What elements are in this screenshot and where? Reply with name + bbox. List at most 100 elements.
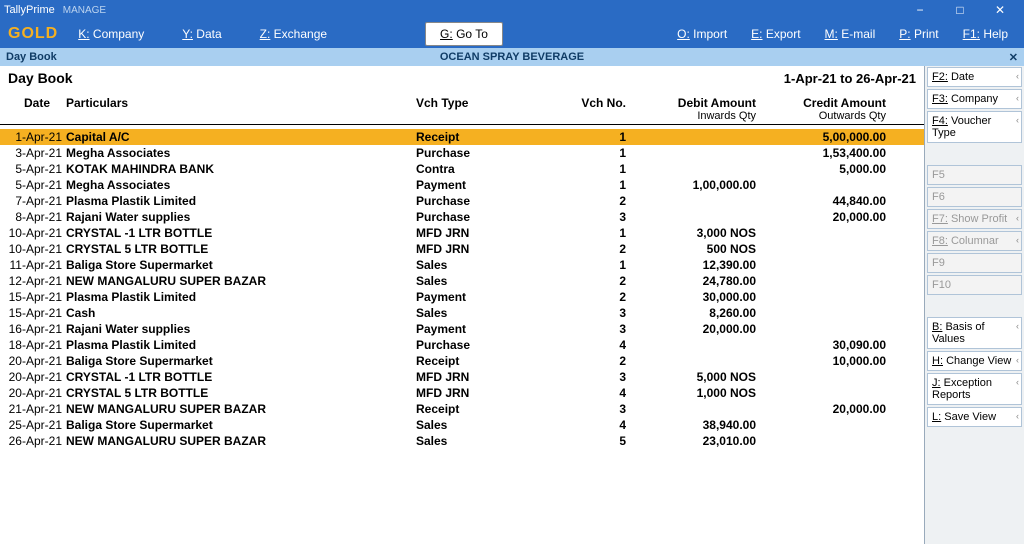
data-rows: 1-Apr-21Capital A/CReceipt15,00,000.003-… <box>0 129 924 449</box>
title-bar: TallyPrime MANAGE − □ ✕ <box>0 0 1024 20</box>
menu-help[interactable]: F1: Help <box>963 27 1008 41</box>
cell-vchno: 1 <box>536 145 626 161</box>
cell-debit: 500 NOS <box>626 241 756 257</box>
cell-vchtype: Sales <box>416 273 536 289</box>
cell-vchno: 3 <box>536 209 626 225</box>
side-f2-date[interactable]: F2: Date‹ <box>927 67 1022 87</box>
cell-debit: 1,000 NOS <box>626 385 756 401</box>
menu-company[interactable]: K: Company <box>78 27 144 41</box>
table-row[interactable]: 8-Apr-21Rajani Water suppliesPurchase320… <box>0 209 924 225</box>
table-row[interactable]: 20-Apr-21CRYSTAL 5 LTR BOTTLEMFD JRN41,0… <box>0 385 924 401</box>
menu-print[interactable]: P: Print <box>899 27 938 41</box>
period-label: 1-Apr-21 to 26-Apr-21 <box>784 71 916 86</box>
cell-debit <box>626 129 756 145</box>
menu-exchange[interactable]: Z: Exchange <box>260 27 327 41</box>
cell-vchno: 2 <box>536 241 626 257</box>
menu-import[interactable]: O: Import <box>677 27 727 41</box>
table-row[interactable]: 1-Apr-21Capital A/CReceipt15,00,000.00 <box>0 129 924 145</box>
table-row[interactable]: 10-Apr-21CRYSTAL -1 LTR BOTTLEMFD JRN13,… <box>0 225 924 241</box>
table-row[interactable]: 5-Apr-21Megha AssociatesPayment11,00,000… <box>0 177 924 193</box>
table-row[interactable]: 21-Apr-21NEW MANGALURU SUPER BAZARReceip… <box>0 401 924 417</box>
table-row[interactable]: 3-Apr-21Megha AssociatesPurchase11,53,40… <box>0 145 924 161</box>
table-row[interactable]: 12-Apr-21NEW MANGALURU SUPER BAZARSales2… <box>0 273 924 289</box>
table-row[interactable]: 15-Apr-21Plasma Plastik LimitedPayment23… <box>0 289 924 305</box>
cell-date: 3-Apr-21 <box>8 145 66 161</box>
cell-date: 12-Apr-21 <box>8 273 66 289</box>
menu-data[interactable]: Y: Data <box>182 27 221 41</box>
cell-vchno: 1 <box>536 257 626 273</box>
cell-date: 15-Apr-21 <box>8 305 66 321</box>
table-row[interactable]: 20-Apr-21CRYSTAL -1 LTR BOTTLEMFD JRN35,… <box>0 369 924 385</box>
cell-vchno: 1 <box>536 225 626 241</box>
cell-date: 8-Apr-21 <box>8 209 66 225</box>
cell-vchno: 4 <box>536 417 626 433</box>
main-panel: Day Book 1-Apr-21 to 26-Apr-21 Date Part… <box>0 66 924 544</box>
side-basis-values[interactable]: B: Basis of Values‹ <box>927 317 1022 349</box>
table-row[interactable]: 10-Apr-21CRYSTAL 5 LTR BOTTLEMFD JRN2500… <box>0 241 924 257</box>
menu-export[interactable]: E: Export <box>751 27 800 41</box>
cell-particulars: Baliga Store Supermarket <box>66 353 416 369</box>
cell-credit <box>756 305 886 321</box>
cell-date: 25-Apr-21 <box>8 417 66 433</box>
cell-credit <box>756 289 886 305</box>
cell-particulars: CRYSTAL 5 LTR BOTTLE <box>66 241 416 257</box>
cell-particulars: CRYSTAL 5 LTR BOTTLE <box>66 385 416 401</box>
cell-vchtype: Payment <box>416 177 536 193</box>
side-f6: F6 <box>927 187 1022 207</box>
table-row[interactable]: 7-Apr-21Plasma Plastik LimitedPurchase24… <box>0 193 924 209</box>
cell-debit: 24,780.00 <box>626 273 756 289</box>
cell-credit: 20,000.00 <box>756 209 886 225</box>
cell-debit: 5,000 NOS <box>626 369 756 385</box>
col-particulars: Particulars <box>66 96 416 110</box>
cell-debit: 38,940.00 <box>626 417 756 433</box>
app-name: TallyPrime <box>4 4 55 16</box>
cell-debit: 20,000.00 <box>626 321 756 337</box>
side-change-view[interactable]: H: Change View‹ <box>927 351 1022 371</box>
maximize-button[interactable]: □ <box>940 0 980 20</box>
cell-date: 5-Apr-21 <box>8 161 66 177</box>
table-row[interactable]: 15-Apr-21CashSales38,260.00 <box>0 305 924 321</box>
right-sidebar: F2: Date‹ F3: Company‹ F4: Voucher Type‹… <box>924 66 1024 544</box>
minimize-button[interactable]: − <box>900 0 940 20</box>
cell-credit: 5,000.00 <box>756 161 886 177</box>
cell-vchtype: Sales <box>416 257 536 273</box>
table-row[interactable]: 25-Apr-21Baliga Store SupermarketSales43… <box>0 417 924 433</box>
menu-email[interactable]: M: E-mail <box>825 27 876 41</box>
side-f4-vouchertype[interactable]: F4: Voucher Type‹ <box>927 111 1022 143</box>
manage-label[interactable]: MANAGE <box>63 5 106 16</box>
column-subheader-row: Inwards Qty Outwards Qty <box>0 110 924 125</box>
cell-vchno: 3 <box>536 369 626 385</box>
cell-date: 16-Apr-21 <box>8 321 66 337</box>
cell-debit <box>626 209 756 225</box>
table-row[interactable]: 5-Apr-21KOTAK MAHINDRA BANKContra15,000.… <box>0 161 924 177</box>
breadcrumb-close-icon[interactable]: ✕ <box>1009 51 1018 64</box>
cell-credit <box>756 241 886 257</box>
cell-vchtype: Payment <box>416 321 536 337</box>
table-row[interactable]: 26-Apr-21NEW MANGALURU SUPER BAZARSales5… <box>0 433 924 449</box>
table-row[interactable]: 16-Apr-21Rajani Water suppliesPayment320… <box>0 321 924 337</box>
cell-vchtype: MFD JRN <box>416 225 536 241</box>
cell-credit <box>756 433 886 449</box>
close-button[interactable]: ✕ <box>980 0 1020 20</box>
side-save-view[interactable]: L: Save View‹ <box>927 407 1022 427</box>
breadcrumb-left: Day Book <box>6 51 57 63</box>
table-row[interactable]: 11-Apr-21Baliga Store SupermarketSales11… <box>0 257 924 273</box>
cell-date: 5-Apr-21 <box>8 177 66 193</box>
cell-vchno: 2 <box>536 193 626 209</box>
cell-vchtype: MFD JRN <box>416 385 536 401</box>
table-row[interactable]: 20-Apr-21Baliga Store SupermarketReceipt… <box>0 353 924 369</box>
side-f7-showprofit[interactable]: F7: Show Profit‹ <box>927 209 1022 229</box>
company-name: OCEAN SPRAY BEVERAGE <box>440 51 584 63</box>
cell-date: 20-Apr-21 <box>8 353 66 369</box>
side-f8-columnar[interactable]: F8: Columnar‹ <box>927 231 1022 251</box>
cell-particulars: Capital A/C <box>66 129 416 145</box>
cell-credit: 30,090.00 <box>756 337 886 353</box>
side-f3-company[interactable]: F3: Company‹ <box>927 89 1022 109</box>
cell-vchtype: Receipt <box>416 129 536 145</box>
side-exception-reports[interactable]: J: Exception Reports‹ <box>927 373 1022 405</box>
table-row[interactable]: 18-Apr-21Plasma Plastik LimitedPurchase4… <box>0 337 924 353</box>
col-debit: Debit Amount <box>626 96 756 110</box>
menu-goto[interactable]: G: Go To <box>425 22 503 46</box>
side-f10: F10 <box>927 275 1022 295</box>
cell-vchtype: Purchase <box>416 193 536 209</box>
